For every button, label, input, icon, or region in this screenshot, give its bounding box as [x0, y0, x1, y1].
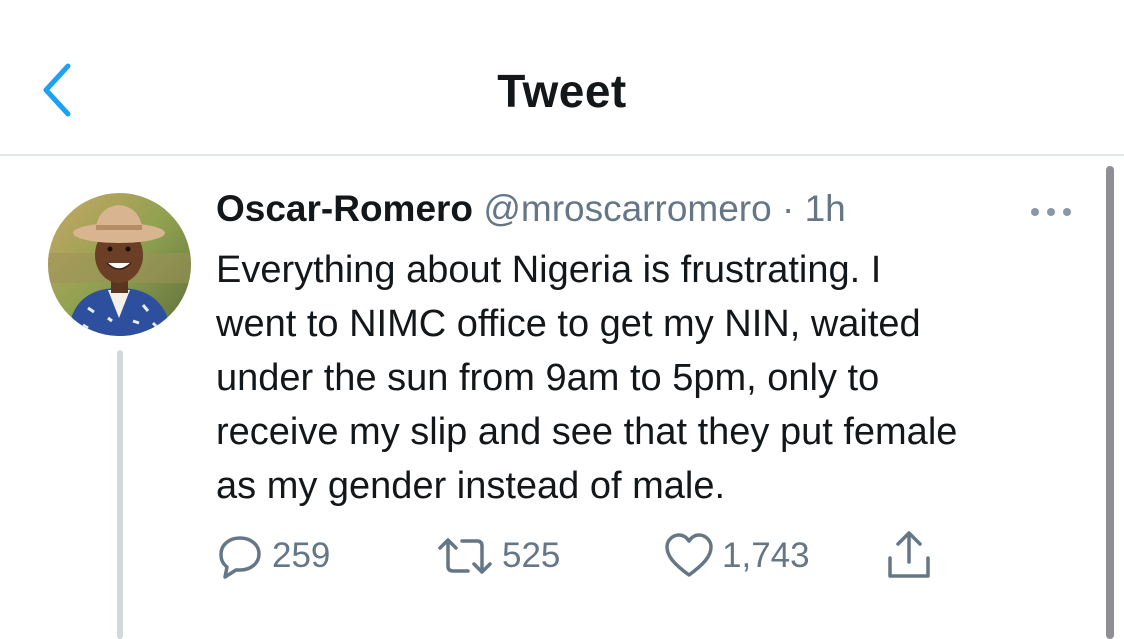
like-count: 1,743 — [722, 536, 810, 575]
tweet-timestamp[interactable]: 1h — [805, 188, 846, 229]
thread-line — [117, 350, 123, 639]
reply-icon — [219, 536, 261, 579]
retweet-icon — [438, 538, 492, 574]
tweet-text-line: as my gender instead of male. — [216, 465, 726, 507]
share-icon — [888, 531, 930, 578]
tweet-text-line: receive my slip and see that they put fe… — [216, 411, 958, 453]
tweet-text-line: under the sun from 9am to 5pm, only to — [216, 357, 880, 399]
reply-button[interactable]: 259 — [216, 528, 330, 584]
separator-dot: · — [781, 188, 795, 229]
heart-icon — [665, 533, 713, 577]
reply-count: 259 — [272, 536, 331, 575]
author-handle[interactable]: @mroscarromero — [483, 188, 771, 229]
retweet-button[interactable]: 525 — [436, 528, 560, 584]
share-button[interactable] — [884, 528, 942, 584]
ellipsis-icon — [1031, 208, 1071, 216]
navigation-header: Tweet — [0, 0, 1124, 156]
tweet-text-line: went to NIMC office to get my NIN, waite… — [216, 303, 921, 345]
avatar[interactable] — [48, 193, 191, 336]
tweet-author-line: Oscar-Romero @mroscarromero · 1h — [216, 188, 846, 236]
more-options-button[interactable] — [1026, 202, 1076, 222]
scrollbar[interactable] — [1106, 166, 1114, 639]
tweet-body: Everything about Nigeria is frustrating.… — [216, 243, 1086, 513]
retweet-count: 525 — [502, 536, 561, 575]
avatar-photo — [48, 193, 191, 336]
page-title: Tweet — [497, 65, 627, 117]
tweet-detail-screen: Tweet Oscar-Romero @mroscarromero · 1h E… — [0, 0, 1124, 639]
tweet-text-line: Everything about Nigeria is frustrating.… — [216, 249, 882, 291]
like-button[interactable]: 1,743 — [664, 528, 810, 584]
author-display-name[interactable]: Oscar-Romero — [216, 188, 473, 229]
